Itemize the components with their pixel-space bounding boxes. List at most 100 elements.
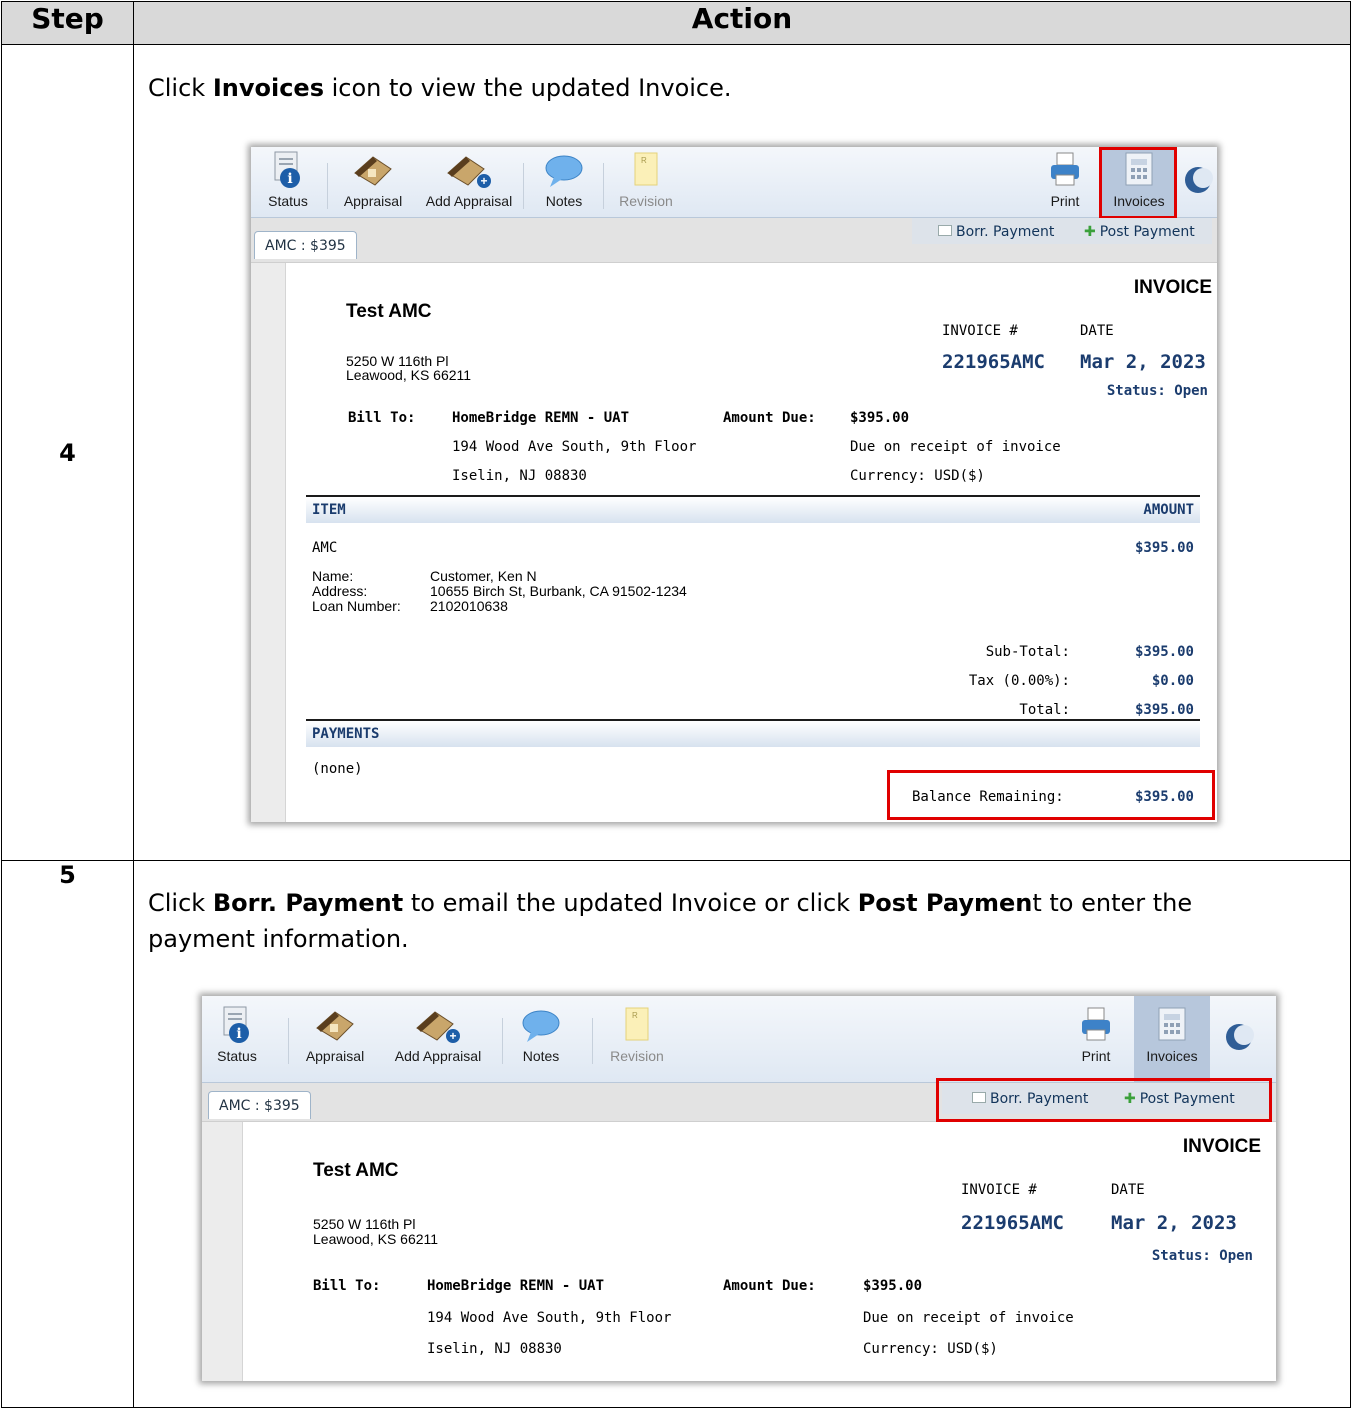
- revision-label: Revision: [619, 193, 673, 209]
- toolbar-separator: [327, 163, 328, 209]
- tab-amc[interactable]: AMC : $395: [208, 1091, 311, 1119]
- payments-header-bar: PAYMENTS: [306, 719, 1200, 747]
- toolbar-separator: [502, 1018, 503, 1064]
- moon-icon: [1185, 167, 1213, 193]
- info-document-icon: i: [274, 151, 300, 188]
- highlight-payment-tabs: [936, 1078, 1272, 1122]
- invoice-status: Status: Open: [1106, 383, 1208, 399]
- name-label: Name:: [312, 568, 354, 584]
- envelope-icon: [938, 225, 952, 236]
- toolbar-appraisal-button[interactable]: Appraisal: [340, 151, 406, 209]
- speech-bubble-icon: [545, 155, 583, 187]
- item-header: ITEM: [312, 502, 346, 518]
- bill-to-address2: Iselin, NJ 08830: [427, 1341, 562, 1357]
- currency: Currency: USD($): [850, 468, 985, 484]
- toolbar-status-button[interactable]: i Status: [263, 151, 313, 209]
- invoice-number-label: INVOICE #: [961, 1182, 1037, 1198]
- invoice-heading: INVOICE: [1133, 277, 1212, 298]
- toolbar-add-appraisal-button[interactable]: + Add Appraisal: [423, 151, 515, 209]
- revision-document-icon: R: [634, 152, 658, 186]
- invoice-status: Status: Open: [1151, 1248, 1253, 1264]
- company-address-line2: Leawood, KS 66211: [313, 1231, 439, 1247]
- bill-to-address1: 194 Wood Ave South, 9th Floor: [427, 1310, 672, 1326]
- notes-label: Notes: [545, 193, 583, 209]
- toolbar-theme-button[interactable]: [1183, 165, 1213, 198]
- moon-icon: [1226, 1024, 1254, 1050]
- svg-text:R: R: [632, 1011, 638, 1020]
- item-name: AMC: [312, 540, 338, 556]
- amount-due: $395.00: [863, 1278, 923, 1294]
- bill-to-name: HomeBridge REMN - UAT: [452, 410, 630, 426]
- bill-to-label: Bill To:: [313, 1278, 381, 1294]
- house-icon: [316, 1011, 354, 1041]
- svg-text:i: i: [236, 1026, 241, 1042]
- subtotal-label: Sub-Total:: [985, 644, 1070, 660]
- house-add-icon: +: [416, 1011, 460, 1043]
- bill-to-address2: Iselin, NJ 08830: [452, 468, 587, 484]
- payment-tabs: Borr. Payment ✚ Post Payment: [912, 218, 1212, 244]
- invoice-number-label: INVOICE #: [942, 323, 1018, 339]
- toolbar-notes-button[interactable]: Notes: [516, 1006, 566, 1064]
- invoice-calculator-icon: [1158, 1007, 1186, 1041]
- invoice-number: 221965AMC: [942, 351, 1045, 373]
- company-name: Test AMC: [346, 301, 432, 322]
- toolbar: i Status Appraisal + Add Appraisal Notes…: [202, 996, 1276, 1083]
- instruction-bold-post-payment: Post Paymen: [857, 889, 1033, 917]
- header-action: Action: [133, 1, 1351, 45]
- tab-amc[interactable]: AMC : $395: [254, 231, 357, 259]
- currency: Currency: USD($): [863, 1341, 998, 1357]
- green-plus-icon: ✚: [1084, 224, 1096, 240]
- due-terms: Due on receipt of invoice: [863, 1310, 1074, 1326]
- svg-text:+: +: [449, 1029, 456, 1043]
- company-address-line2: Leawood, KS 66211: [346, 367, 472, 383]
- printer-icon: [1082, 1007, 1110, 1041]
- svg-text:+: +: [480, 174, 487, 188]
- app-screenshot-step5: i Status Appraisal + Add Appraisal Notes…: [202, 996, 1276, 1381]
- invoices-label: Invoices: [1146, 1048, 1198, 1064]
- bill-to-address1: 194 Wood Ave South, 9th Floor: [452, 439, 697, 455]
- revision-label: Revision: [610, 1048, 664, 1064]
- amount-due: $395.00: [850, 410, 910, 426]
- toolbar-revision-button[interactable]: R Revision: [604, 1006, 670, 1064]
- info-document-icon: i: [223, 1006, 249, 1043]
- status-label: Status: [217, 1048, 257, 1064]
- toolbar-add-appraisal-button[interactable]: + Add Appraisal: [392, 1006, 484, 1064]
- print-label: Print: [1050, 193, 1080, 209]
- instruction-bold-invoices: Invoices: [212, 74, 324, 102]
- item-amount: $395.00: [1134, 540, 1194, 556]
- toolbar-invoices-button[interactable]: Invoices: [1137, 1006, 1207, 1064]
- highlight-balance-remaining: [887, 770, 1215, 820]
- tax-label: Tax (0.00%):: [968, 673, 1070, 689]
- house-add-icon: +: [447, 156, 491, 188]
- notes-label: Notes: [522, 1048, 560, 1064]
- payments-none: (none): [312, 761, 363, 777]
- toolbar-print-button[interactable]: Print: [1076, 1006, 1116, 1064]
- amount-header: AMOUNT: [1143, 502, 1194, 518]
- toolbar-status-button[interactable]: i Status: [212, 1006, 262, 1064]
- invoice-heading: INVOICE: [1182, 1136, 1261, 1157]
- toolbar: i Status Appraisal + Add Appraisal Notes…: [251, 147, 1217, 218]
- amount-due-label: Amount Due:: [723, 1278, 816, 1294]
- revision-document-icon: R: [625, 1007, 649, 1041]
- borr-payment-tab[interactable]: Borr. Payment: [938, 224, 1054, 240]
- loan-value: 2102010638: [430, 598, 508, 614]
- left-gutter: [251, 263, 285, 822]
- steps-table: Step Action 4 Click Invoices icon to vie…: [1, 1, 1351, 1408]
- header-step: Step: [1, 1, 134, 45]
- toolbar-revision-button[interactable]: R Revision: [613, 151, 679, 209]
- date-label: DATE: [1080, 323, 1114, 339]
- toolbar-print-button[interactable]: Print: [1045, 151, 1085, 209]
- toolbar-appraisal-button[interactable]: Appraisal: [302, 1006, 368, 1064]
- toolbar-theme-button[interactable]: [1224, 1022, 1254, 1055]
- amount-due-label: Amount Due:: [723, 410, 816, 426]
- loan-label: Loan Number:: [312, 598, 401, 614]
- address-label: Address:: [312, 583, 368, 599]
- left-gutter: [202, 1122, 242, 1381]
- step-5-action: Click Borr. Payment to email the updated…: [133, 860, 1351, 1408]
- instruction-bold-borr-payment: Borr. Payment: [212, 889, 404, 917]
- toolbar-notes-button[interactable]: Notes: [539, 151, 589, 209]
- app-screenshot-step4: i Status Appraisal + Add Appraisal Notes…: [251, 147, 1217, 822]
- post-payment-tab[interactable]: ✚ Post Payment: [1084, 224, 1195, 240]
- appraisal-label: Appraisal: [343, 193, 403, 209]
- address-value: 10655 Birch St, Burbank, CA 91502-1234: [430, 583, 687, 599]
